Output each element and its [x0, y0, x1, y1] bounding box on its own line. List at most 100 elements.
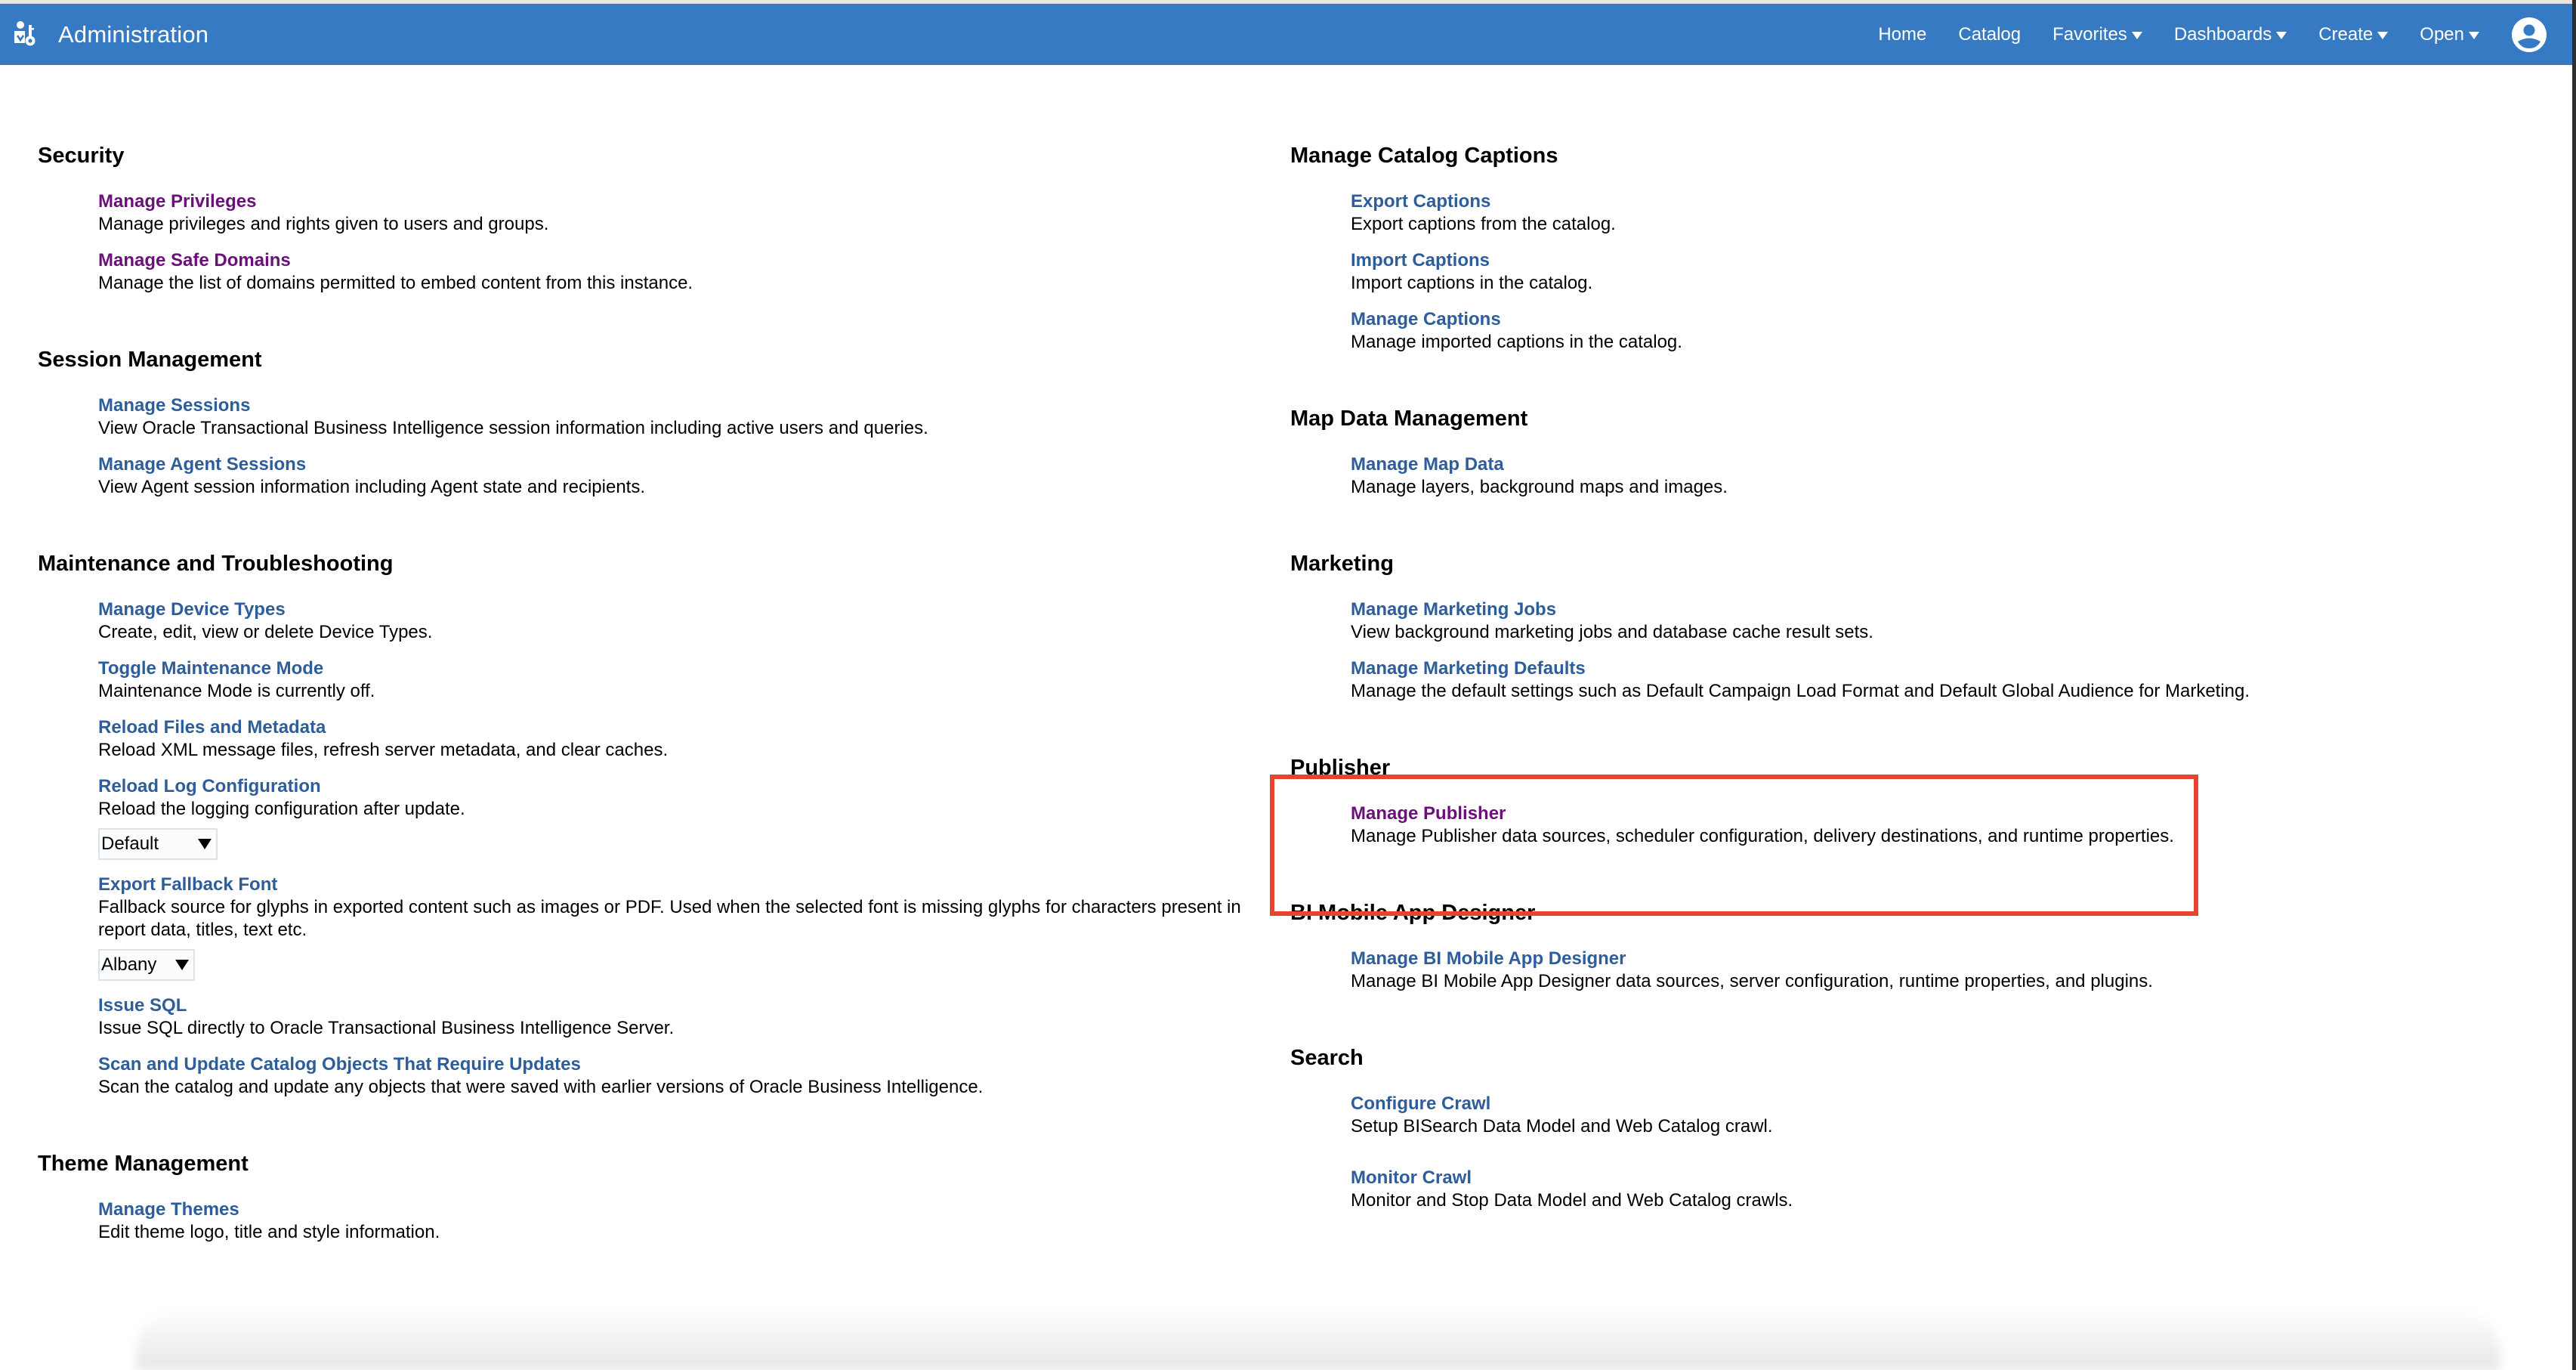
list-item: Scan and Update Catalog Objects That Req… — [98, 1053, 1262, 1099]
list-item: Manage Safe Domains Manage the list of d… — [98, 249, 1262, 295]
list-item: Manage Device Types Create, edit, view o… — [98, 598, 1262, 644]
list-item: Export Fallback Font Fallback source for… — [98, 874, 1262, 981]
nav-dashboards[interactable]: Dashboards — [2174, 24, 2287, 45]
section-title: Security — [38, 144, 125, 168]
item-description: Create, edit, view or delete Device Type… — [98, 622, 433, 642]
item-description: View Oracle Transactional Business Intel… — [98, 418, 928, 438]
import-captions-link[interactable]: Import Captions — [1351, 249, 2529, 272]
left-column: Security Manage Privileges Manage privil… — [38, 141, 1262, 1257]
nav-home[interactable]: Home — [1878, 24, 1926, 45]
nav-open[interactable]: Open — [2420, 24, 2479, 45]
section-catalog-captions: Manage Catalog Captions Export Captions … — [1290, 141, 2529, 354]
manage-bi-mobile-link[interactable]: Manage BI Mobile App Designer — [1351, 948, 2529, 970]
manage-captions-link[interactable]: Manage Captions — [1351, 308, 2529, 331]
list-item: Toggle Maintenance Mode Maintenance Mode… — [98, 657, 1262, 703]
manage-safe-domains-link[interactable]: Manage Safe Domains — [98, 249, 1262, 272]
list-item: Manage Marketing Jobs View background ma… — [1351, 598, 2529, 644]
manage-marketing-defaults-link[interactable]: Manage Marketing Defaults — [1351, 657, 2529, 680]
section-title: Manage Catalog Captions — [1290, 144, 1558, 168]
reload-files-metadata-link[interactable]: Reload Files and Metadata — [98, 716, 1262, 739]
item-description: Edit theme logo, title and style informa… — [98, 1222, 440, 1242]
nav-open-label: Open — [2420, 23, 2464, 45]
nav-favorites[interactable]: Favorites — [2052, 24, 2142, 45]
log-configuration-select[interactable]: Default — [98, 828, 218, 860]
item-description: Reload the logging configuration after u… — [98, 799, 465, 819]
section-security: Security Manage Privileges Manage privil… — [38, 141, 1262, 295]
right-column: Manage Catalog Captions Export Captions … — [1290, 141, 2529, 1226]
section-title: Search — [1290, 1046, 1364, 1070]
section-marketing: Marketing Manage Marketing Jobs View bac… — [1290, 549, 2529, 703]
administration-page: Administration Home Catalog Favorites Da… — [0, 0, 2576, 1370]
list-item: Issue SQL Issue SQL directly to Oracle T… — [98, 994, 1262, 1040]
item-description: View Agent session information including… — [98, 477, 646, 497]
nav-dashboards-label: Dashboards — [2173, 23, 2272, 45]
manage-publisher-link[interactable]: Manage Publisher — [1351, 803, 2529, 825]
export-captions-link[interactable]: Export Captions — [1351, 190, 2529, 213]
item-description: Fallback source for glyphs in exported c… — [98, 897, 1241, 940]
item-description: Reload XML message files, refresh server… — [98, 740, 669, 760]
list-item: Manage Privileges Manage privileges and … — [98, 190, 1262, 236]
item-description: View background marketing jobs and datab… — [1351, 622, 1873, 642]
select-value: Default — [101, 833, 159, 854]
list-item: Configure Crawl Setup BISearch Data Mode… — [1351, 1093, 2529, 1138]
list-item: Monitor Crawl Monitor and Stop Data Mode… — [1351, 1167, 2529, 1212]
manage-marketing-jobs-link[interactable]: Manage Marketing Jobs — [1351, 598, 2529, 621]
maintenance-mode-status: Maintenance Mode is currently off. — [98, 681, 375, 701]
item-description: Scan the catalog and update any objects … — [98, 1077, 984, 1097]
manage-device-types-link[interactable]: Manage Device Types — [98, 598, 1262, 621]
manage-map-data-link[interactable]: Manage Map Data — [1351, 453, 2529, 476]
list-item: Export Captions Export captions from the… — [1351, 190, 2529, 236]
nav-favorites-label: Favorites — [2052, 23, 2127, 45]
top-nav: Home Catalog Favorites Dashboards Create… — [1846, 4, 2573, 65]
caret-down-icon — [2276, 31, 2287, 39]
scan-update-catalog-link[interactable]: Scan and Update Catalog Objects That Req… — [98, 1053, 1262, 1076]
list-item: Manage Marketing Defaults Manage the def… — [1351, 657, 2529, 703]
list-item: Manage Agent Sessions View Agent session… — [98, 453, 1262, 499]
item-description: Manage privileges and rights given to us… — [98, 214, 549, 234]
manage-agent-sessions-link[interactable]: Manage Agent Sessions — [98, 453, 1262, 476]
section-map-data: Map Data Management Manage Map Data Mana… — [1290, 404, 2529, 499]
list-item: Manage Map Data Manage layers, backgroun… — [1351, 453, 2529, 499]
list-item: Manage Themes Edit theme logo, title and… — [98, 1198, 1262, 1244]
section-theme-management: Theme Management Manage Themes Edit them… — [38, 1149, 1262, 1244]
configure-crawl-link[interactable]: Configure Crawl — [1351, 1093, 2529, 1115]
nav-catalog[interactable]: Catalog — [1958, 24, 2021, 45]
list-item: Reload Log Configuration Reload the logg… — [98, 775, 1262, 860]
section-title: Marketing — [1290, 552, 1394, 576]
toggle-maintenance-mode-link[interactable]: Toggle Maintenance Mode — [98, 657, 1262, 680]
section-title: Publisher — [1290, 756, 1391, 780]
app-title: Administration — [58, 21, 209, 48]
section-title: Theme Management — [38, 1152, 249, 1176]
item-description: Export captions from the catalog. — [1351, 214, 1616, 234]
reload-log-configuration-link[interactable]: Reload Log Configuration — [98, 775, 1262, 798]
select-value: Albany — [101, 954, 157, 975]
item-description: Manage the list of domains permitted to … — [98, 273, 693, 293]
item-description: Manage the default settings such as Defa… — [1351, 681, 2250, 701]
section-bi-mobile: BI Mobile App Designer Manage BI Mobile … — [1290, 898, 2529, 993]
manage-privileges-link[interactable]: Manage Privileges — [98, 190, 1262, 213]
item-description: Setup BISearch Data Model and Web Catalo… — [1351, 1116, 1773, 1137]
item-description: Manage BI Mobile App Designer data sourc… — [1351, 971, 2153, 991]
nav-catalog-label: Catalog — [1958, 23, 2022, 45]
section-title: Session Management — [38, 348, 262, 372]
item-description: Monitor and Stop Data Model and Web Cata… — [1351, 1190, 1793, 1211]
user-avatar-icon[interactable] — [2511, 17, 2547, 53]
fallback-font-select[interactable]: Albany — [98, 949, 195, 981]
item-description: Manage layers, background maps and image… — [1351, 477, 1728, 497]
manage-themes-link[interactable]: Manage Themes — [98, 1198, 1262, 1221]
caret-down-icon — [2377, 31, 2389, 39]
section-session-management: Session Management Manage Sessions View … — [38, 345, 1262, 499]
app-header: Administration Home Catalog Favorites Da… — [0, 4, 2573, 65]
monitor-crawl-link[interactable]: Monitor Crawl — [1351, 1167, 2529, 1189]
nav-home-label: Home — [1878, 23, 1927, 45]
manage-sessions-link[interactable]: Manage Sessions — [98, 394, 1262, 417]
export-fallback-font-link[interactable]: Export Fallback Font — [98, 874, 1262, 896]
list-item: Manage BI Mobile App Designer Manage BI … — [1351, 948, 2529, 993]
list-item: Import Captions Import captions in the c… — [1351, 249, 2529, 295]
issue-sql-link[interactable]: Issue SQL — [98, 994, 1262, 1017]
window-right-edge — [2572, 0, 2576, 1370]
list-item: Reload Files and Metadata Reload XML mes… — [98, 716, 1262, 762]
section-title: Maintenance and Troubleshooting — [38, 552, 394, 576]
nav-create[interactable]: Create — [2318, 23, 2389, 45]
nav-create-label: Create — [2318, 23, 2374, 45]
